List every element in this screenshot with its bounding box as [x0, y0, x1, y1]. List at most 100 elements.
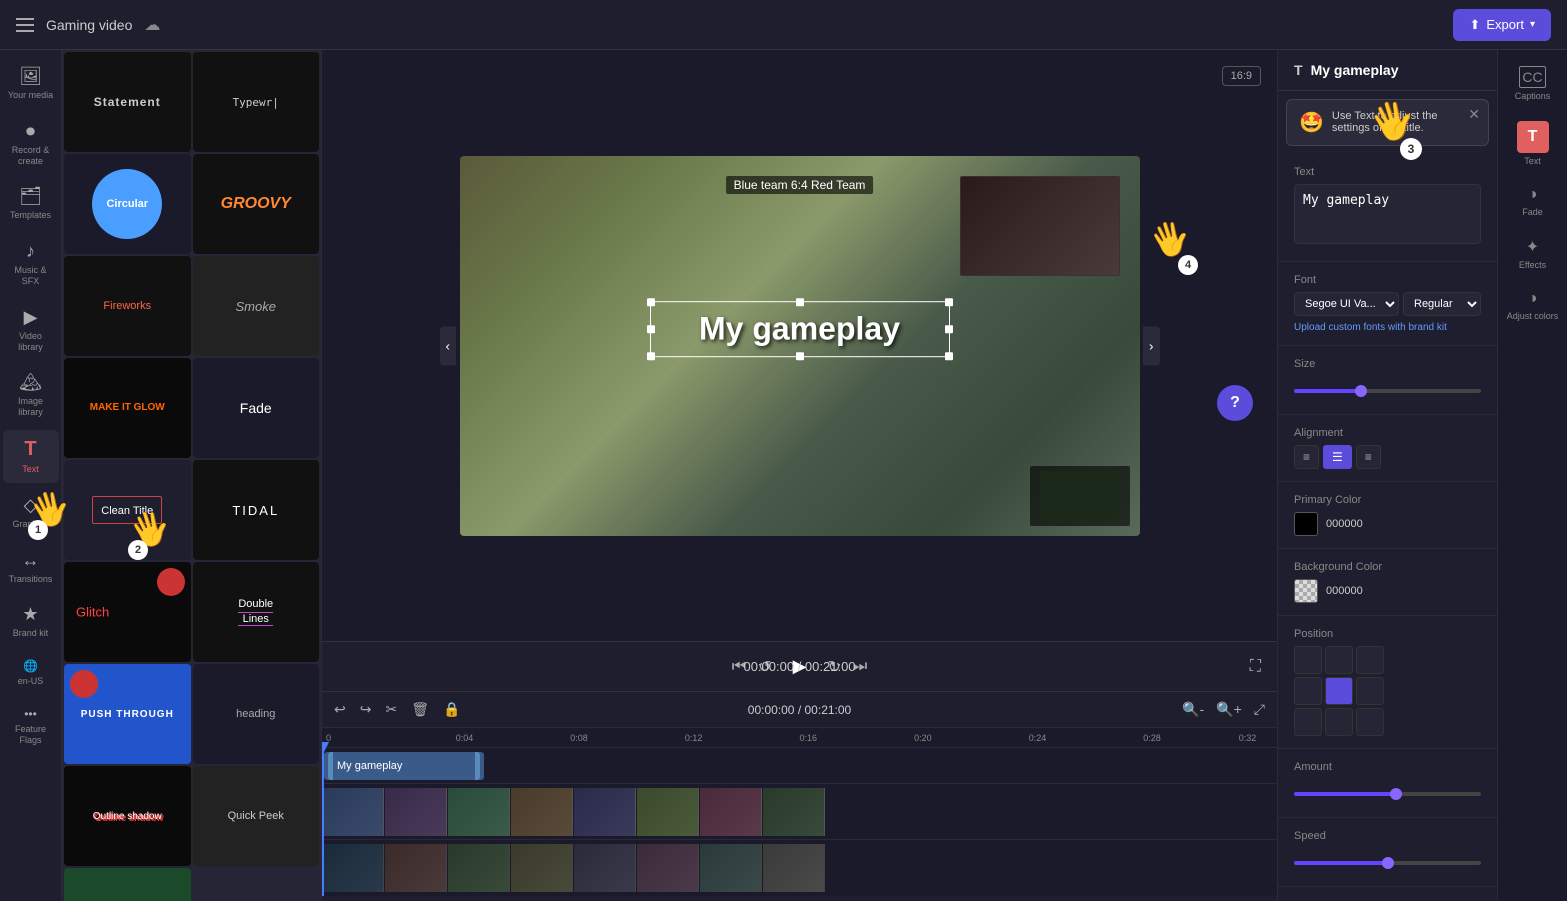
transitions-icon: ↔ [22, 550, 40, 571]
sidebar-item-graphics[interactable]: ◇ Graphics [3, 487, 59, 538]
tooltip-container: 🤩 Use Text to adjust the settings of the… [1278, 91, 1497, 154]
feature-flags-icon: ••• [24, 707, 37, 721]
delete-button[interactable]: 🗑 [407, 697, 433, 722]
amount-slider[interactable] [1294, 792, 1481, 796]
tl-separator: / [798, 703, 805, 717]
export-button[interactable]: ⬆ Export ▾ [1453, 9, 1551, 41]
text-element[interactable]: My gameplay [650, 329, 950, 385]
fr-item-effects[interactable]: ✦ Effects [1501, 229, 1565, 278]
sidebar-item-your-media[interactable]: 🖼 Your media [3, 58, 59, 109]
template-item-cleantitle[interactable]: Clean Title [64, 460, 191, 560]
ruler-04: 0:04 [456, 733, 474, 743]
sidebar-item-transitions[interactable]: ↔ Transitions [3, 542, 59, 593]
template-item-doublelines[interactable]: Double Lines [193, 562, 320, 662]
size-slider[interactable] [1294, 389, 1481, 393]
template-item-groovy[interactable]: GROOVY [193, 154, 320, 254]
font-family-select[interactable]: Segoe UI Va... [1294, 292, 1399, 316]
template-item-heading[interactable]: heading [193, 664, 320, 764]
upload-fonts-link[interactable]: Upload custom fonts with brand kit [1294, 322, 1481, 333]
sidebar-label-feature-flags: Feature Flags [7, 724, 55, 746]
template-item-fade[interactable]: Fade [193, 358, 320, 458]
sidebar-label-video-library: Video library [7, 331, 55, 353]
template-item-statement[interactable]: Statement [64, 52, 191, 152]
speed-slider[interactable] [1294, 861, 1481, 865]
topbar-right: ⬆ Export ▾ [1453, 9, 1551, 41]
fr-item-fade[interactable]: ◑ Fade [1501, 178, 1565, 225]
fr-item-adjust-colors[interactable]: ◑ Adjust colors [1501, 282, 1565, 329]
pos-tr[interactable] [1356, 646, 1384, 674]
zoom-in-button[interactable]: 🔍+ [1212, 697, 1246, 722]
template-item-smoke[interactable]: Smoke [193, 256, 320, 356]
template-item-outlineshadow[interactable]: Outline shadow [64, 766, 191, 866]
zoom-out-button[interactable]: 🔍- [1178, 697, 1208, 722]
sidebar-item-en-us[interactable]: 🌐 en-US [3, 651, 59, 695]
fit-timeline-button[interactable]: ⤢ [1250, 697, 1269, 722]
handle-bottom-mid[interactable] [796, 352, 804, 360]
alignment-section: Alignment ≡ ☰ ≡ [1278, 415, 1497, 482]
redo-button[interactable]: ↪ [356, 697, 376, 722]
clip-right-handle[interactable] [475, 752, 480, 780]
project-name: Gaming video [46, 17, 132, 33]
sidebar-label-graphics: Graphics [12, 519, 48, 530]
template-label-circular: Circular [106, 198, 148, 210]
align-center-button[interactable]: ☰ [1323, 445, 1352, 469]
sidebar-item-image-library[interactable]: 🏔 Image library [3, 364, 59, 426]
sidebar-item-music-sfx[interactable]: ♪ Music & SFX [3, 233, 59, 295]
sidebar-item-brand-kit[interactable]: ★ Brand kit [3, 596, 59, 647]
fullscreen-button[interactable]: ⛶ [1250, 658, 1261, 676]
template-item-stencil[interactable]: Stencil [64, 868, 191, 901]
pos-bc[interactable] [1325, 708, 1353, 736]
pos-mc[interactable] [1325, 677, 1353, 705]
template-item-makeitglow[interactable]: MAKE IT GLOW [64, 358, 191, 458]
video-preview[interactable]: Blue team 6:4 Red Team [460, 156, 1140, 536]
tooltip-close-button[interactable]: ✕ [1468, 106, 1480, 123]
menu-button[interactable] [16, 18, 34, 32]
prev-frame-button[interactable]: ‹ [440, 326, 456, 365]
text-clip[interactable]: My gameplay [324, 752, 484, 780]
pos-tc[interactable] [1325, 646, 1353, 674]
sidebar-label-image-library: Image library [7, 396, 55, 418]
undo-button[interactable]: ↩ [330, 697, 350, 722]
next-frame-button[interactable]: › [1143, 326, 1159, 365]
template-item-quickpeek[interactable]: Quick Peek [193, 766, 320, 866]
pos-tl[interactable] [1294, 646, 1322, 674]
fr-item-captions[interactable]: CC Captions [1501, 58, 1565, 109]
template-item-fireworks[interactable]: Fireworks [64, 256, 191, 356]
sidebar-item-feature-flags[interactable]: ••• Feature Flags [3, 699, 59, 754]
template-item-circular[interactable]: Circular [64, 154, 191, 254]
sidebar-item-templates[interactable]: 🗂 Templates [3, 178, 59, 229]
sidebar-item-record-create[interactable]: ⏺ Record & create [3, 113, 59, 175]
your-media-icon: 🖼 [19, 66, 42, 87]
fr-item-text[interactable]: T Text [1501, 113, 1565, 174]
pos-bl[interactable] [1294, 708, 1322, 736]
bg-color-label: Background Color [1294, 561, 1481, 573]
sidebar-item-text[interactable]: T Text [3, 430, 59, 483]
help-button[interactable]: ? [1217, 385, 1253, 421]
text-tool-letter: T [1528, 128, 1538, 146]
primary-color-swatch[interactable] [1294, 512, 1318, 536]
pos-br[interactable] [1356, 708, 1384, 736]
pos-ml[interactable] [1294, 677, 1322, 705]
fr-label-captions: Captions [1515, 91, 1551, 101]
template-label-glitch: Glitch [76, 605, 109, 620]
template-item-glitch[interactable]: Glitch [64, 562, 191, 662]
frame-8 [763, 788, 825, 836]
primary-color-row: 000000 [1294, 512, 1481, 536]
frame-4 [511, 788, 573, 836]
topbar-left: Gaming video ☁ [16, 15, 160, 35]
clip-left-handle[interactable] [328, 752, 333, 780]
font-weight-select[interactable]: Regular [1403, 292, 1481, 316]
pos-mr[interactable] [1356, 677, 1384, 705]
align-left-button[interactable]: ≡ [1294, 445, 1319, 469]
align-right-button[interactable]: ≡ [1356, 445, 1381, 469]
frame-6 [637, 788, 699, 836]
template-item-pushthrough[interactable]: PUSH THROUGH [64, 664, 191, 764]
frame2-5 [574, 844, 636, 892]
text-input[interactable]: My gameplay [1294, 184, 1481, 244]
sidebar-item-video-library[interactable]: ▶ Video library [3, 299, 59, 361]
template-item-typewriter[interactable]: Typewr| [193, 52, 320, 152]
bg-color-swatch[interactable] [1294, 579, 1318, 603]
cut-button[interactable]: ✂ [381, 697, 401, 722]
template-item-tidal[interactable]: TIDAL [193, 460, 320, 560]
lock-button[interactable]: 🔒 [439, 697, 464, 722]
